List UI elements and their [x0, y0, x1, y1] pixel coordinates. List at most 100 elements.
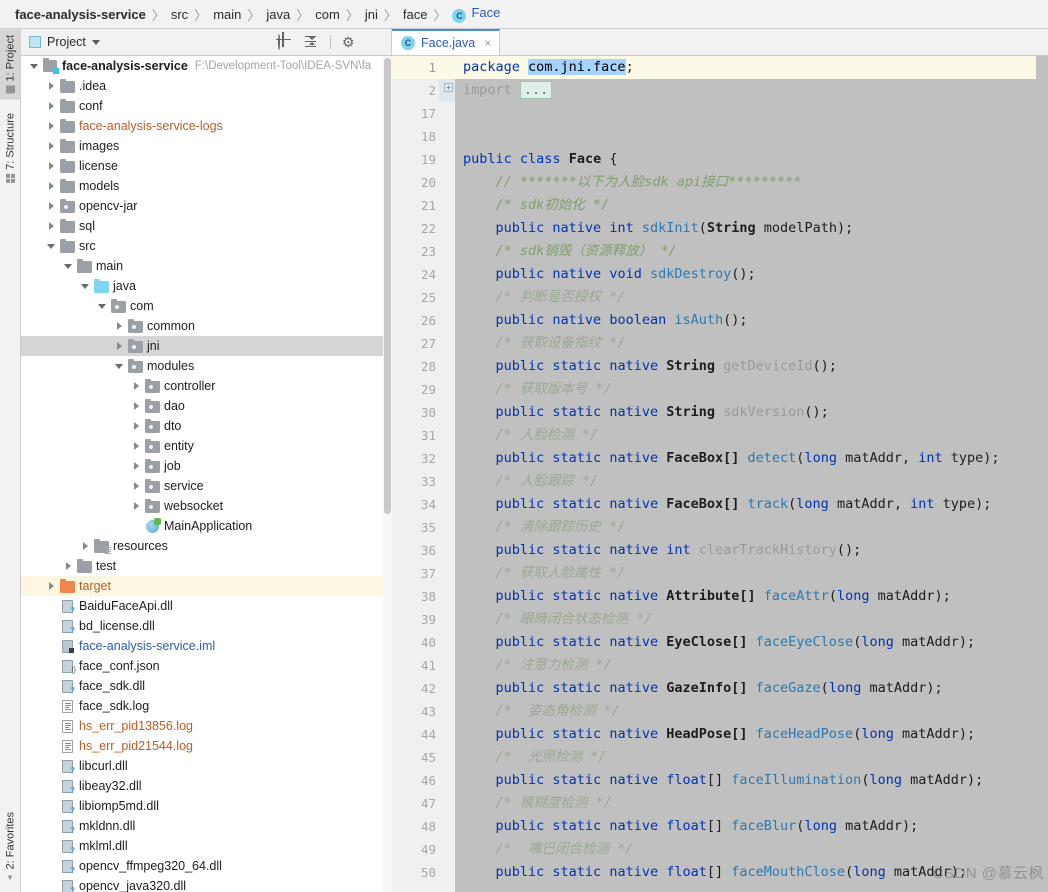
tree-node-java[interactable]: java	[21, 276, 392, 296]
code-line[interactable]: public static native GazeInfo[] faceGaze…	[455, 677, 1048, 700]
tree-node-face-sdk-log[interactable]: face_sdk.log	[21, 696, 392, 716]
chevron-down-icon[interactable]	[91, 39, 100, 45]
tree-node-mklml-dll[interactable]: mklml.dll	[21, 836, 392, 856]
code-line[interactable]: public static native FaceBox[] detect(lo…	[455, 447, 1048, 470]
code-line[interactable]: public static native float[] faceBlur(lo…	[455, 815, 1048, 838]
code-line[interactable]: public static native EyeClose[] faceEyeC…	[455, 631, 1048, 654]
tree-node-baidufaceapi-dll[interactable]: BaiduFaceApi.dll	[21, 596, 392, 616]
toolwindow-button-favorites[interactable]: ▲ 2: Favorites	[0, 806, 21, 888]
collapse-all-icon[interactable]	[304, 35, 319, 50]
project-tree[interactable]: face-analysis-service F:\Development-Tool…	[21, 56, 392, 892]
tree-node-opencv-ffmpeg320-64-dll[interactable]: opencv_ffmpeg320_64.dll	[21, 856, 392, 876]
breadcrumb-item-src[interactable]: src	[166, 7, 193, 22]
tree-node-sql[interactable]: sql	[21, 216, 392, 236]
tree-node-mainapplication[interactable]: MainApplication	[21, 516, 392, 536]
chevron-right-icon[interactable]	[46, 581, 57, 592]
chevron-down-icon[interactable]	[114, 361, 125, 372]
gear-icon[interactable]: ⚙	[342, 35, 357, 50]
code-lines[interactable]: package com.jni.face; import ... public cl…	[455, 56, 1048, 892]
breadcrumb-item-jni[interactable]: jni	[360, 7, 383, 22]
tree-node-modules[interactable]: modules	[21, 356, 392, 376]
code-line[interactable]: public static native Attribute[] faceAtt…	[455, 585, 1048, 608]
chevron-right-icon[interactable]	[131, 441, 142, 452]
tree-node-common[interactable]: common	[21, 316, 392, 336]
tree-node-jni[interactable]: jni	[21, 336, 392, 356]
tree-node-libiomp5md-dll[interactable]: libiomp5md.dll	[21, 796, 392, 816]
chevron-right-icon[interactable]	[46, 81, 57, 92]
chevron-right-icon[interactable]	[80, 541, 91, 552]
tree-node-entity[interactable]: entity	[21, 436, 392, 456]
code-line[interactable]: /* sdk初始化 */	[455, 194, 1048, 217]
tree-node-libcurl-dll[interactable]: libcurl.dll	[21, 756, 392, 776]
code-line[interactable]: /* 获取设备指纹 */	[455, 332, 1048, 355]
code-line[interactable]: public native int sdkInit(String modelPa…	[455, 217, 1048, 240]
code-line[interactable]: /* 注意力检测 */	[455, 654, 1048, 677]
tree-node-dao[interactable]: dao	[21, 396, 392, 416]
breadcrumb-item-face-analysis-service[interactable]: face-analysis-service	[10, 7, 151, 22]
code-line[interactable]: // *******以下为人脸sdk api接口*********	[455, 171, 1048, 194]
tree-node-com[interactable]: com	[21, 296, 392, 316]
breadcrumb-item-face[interactable]: C Face	[447, 5, 505, 23]
code-line[interactable]	[455, 125, 1048, 148]
tree-node-main[interactable]: main	[21, 256, 392, 276]
chevron-right-icon[interactable]	[131, 481, 142, 492]
code-line[interactable]: public native void sdkDestroy();	[455, 263, 1048, 286]
tree-node-libeay32-dll[interactable]: libeay32.dll	[21, 776, 392, 796]
chevron-right-icon[interactable]	[131, 421, 142, 432]
chevron-down-icon[interactable]	[29, 61, 40, 72]
tree-node-target[interactable]: target	[21, 576, 392, 596]
chevron-down-icon[interactable]	[80, 281, 91, 292]
code-line[interactable]: public static native String sdkVersion()…	[455, 401, 1048, 424]
tree-node-src[interactable]: src	[21, 236, 392, 256]
toolwindow-button-project[interactable]: 1: Project	[0, 29, 21, 100]
project-panel-title-group[interactable]: Project	[29, 35, 100, 49]
code-line[interactable]: /* 人脸检测 */	[455, 424, 1048, 447]
code-line[interactable]: /* 获取人脸属性 */	[455, 562, 1048, 585]
chevron-right-icon[interactable]	[46, 201, 57, 212]
tree-node-face-conf-json[interactable]: face_conf.json	[21, 656, 392, 676]
chevron-right-icon[interactable]	[46, 141, 57, 152]
chevron-down-icon[interactable]	[46, 241, 57, 252]
chevron-right-icon[interactable]	[131, 401, 142, 412]
tree-node-license[interactable]: license	[21, 156, 392, 176]
code-line[interactable]: import ...	[455, 79, 1048, 102]
code-line[interactable]: /* 眼睛闭合状态检测 */	[455, 608, 1048, 631]
chevron-right-icon[interactable]	[131, 381, 142, 392]
code-line[interactable]: public static native float[] faceMouthCl…	[455, 861, 1048, 884]
tree-node-opencv-jar[interactable]: opencv-jar	[21, 196, 392, 216]
chevron-right-icon[interactable]	[63, 561, 74, 572]
code-line[interactable]: public static native HeadPose[] faceHead…	[455, 723, 1048, 746]
editor-scrollbar[interactable]	[1036, 56, 1048, 892]
minimize-icon[interactable]	[368, 35, 383, 50]
code-line[interactable]: /* 获取版本号 */	[455, 378, 1048, 401]
code-line[interactable]: /* 人脸跟踪 */	[455, 470, 1048, 493]
chevron-right-icon[interactable]	[46, 121, 57, 132]
project-tree-scrollbar[interactable]	[383, 56, 392, 892]
breadcrumb-item-main[interactable]: main	[208, 7, 246, 22]
code-line[interactable]: public static native float[] faceIllumin…	[455, 769, 1048, 792]
tree-node-test[interactable]: test	[21, 556, 392, 576]
code-line[interactable]: /* 模糊度检测 */	[455, 792, 1048, 815]
code-line[interactable]: /* 光照检测 */	[455, 746, 1048, 769]
tree-node-dto[interactable]: dto	[21, 416, 392, 436]
locate-icon[interactable]	[278, 33, 293, 50]
code-line[interactable]: /* 清除跟踪历史 */	[455, 516, 1048, 539]
tree-node-hs-err-pid21544-log[interactable]: hs_err_pid21544.log	[21, 736, 392, 756]
code-line[interactable]: public static native String getDeviceId(…	[455, 355, 1048, 378]
tree-node-hs-err-pid13856-log[interactable]: hs_err_pid13856.log	[21, 716, 392, 736]
tree-node-models[interactable]: models	[21, 176, 392, 196]
code-line[interactable]: /* sdk销毁（资源释放） */	[455, 240, 1048, 263]
close-icon[interactable]: ×	[484, 36, 491, 50]
tree-node-mkldnn-dll[interactable]: mkldnn.dll	[21, 816, 392, 836]
code-line[interactable]: /* 姿态角检测 */	[455, 700, 1048, 723]
tree-node-face-analysis-service[interactable]: face-analysis-service F:\Development-Tool…	[21, 56, 392, 76]
chevron-right-icon[interactable]	[46, 161, 57, 172]
tree-node-controller[interactable]: controller	[21, 376, 392, 396]
chevron-right-icon[interactable]	[114, 321, 125, 332]
code-line[interactable]: /* 嘴巴闭合检测 */	[455, 838, 1048, 861]
tree-node-images[interactable]: images	[21, 136, 392, 156]
tree-node--idea[interactable]: .idea	[21, 76, 392, 96]
code-line[interactable]: public static native FaceBox[] track(lon…	[455, 493, 1048, 516]
tree-node-face-analysis-service-logs[interactable]: face-analysis-service-logs	[21, 116, 392, 136]
toolwindow-button-structure[interactable]: 7: Structure	[0, 107, 21, 189]
